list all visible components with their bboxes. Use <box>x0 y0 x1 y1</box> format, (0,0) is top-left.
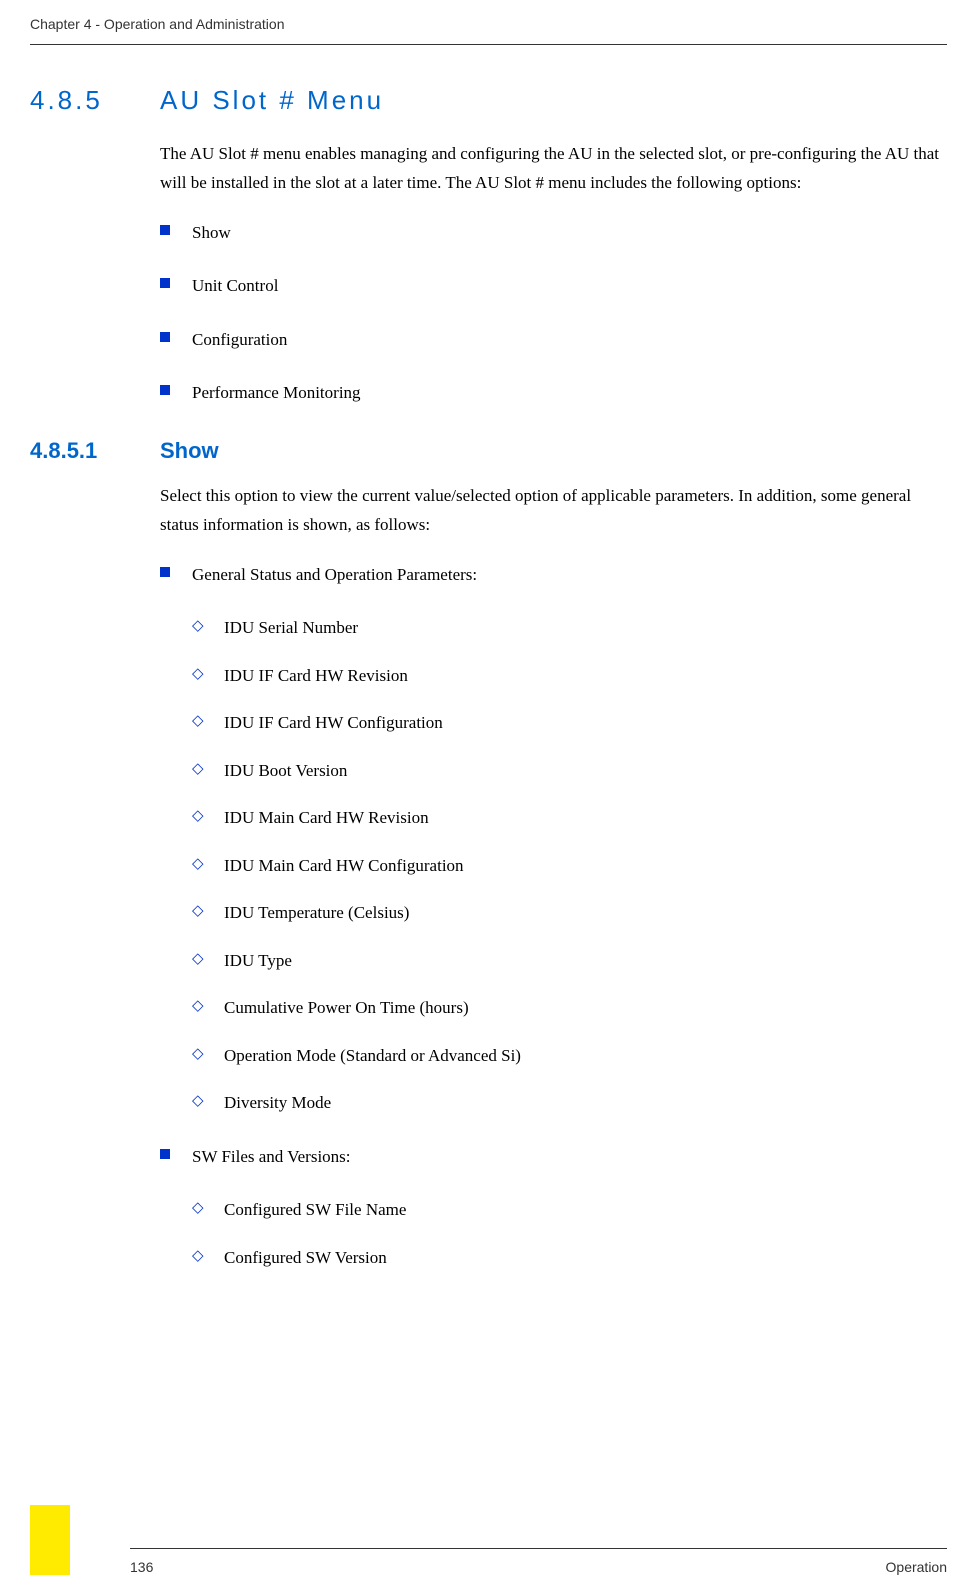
list-item: Configured SW File Name <box>192 1197 947 1223</box>
list-item: Cumulative Power On Time (hours) <box>192 995 947 1021</box>
list-item: IDU Serial Number <box>192 615 947 641</box>
list-item: Show <box>160 220 947 246</box>
list-item: IDU Main Card HW Revision <box>192 805 947 831</box>
section-number: 4.8.5 <box>30 85 160 116</box>
subsection-number: 4.8.5.1 <box>30 438 160 464</box>
page-header: Chapter 4 - Operation and Administration <box>0 0 977 40</box>
list-item: Diversity Mode <box>192 1090 947 1116</box>
chapter-label: Chapter 4 - Operation and Administration <box>30 16 284 32</box>
page-content: 4.8.5 AU Slot # Menu The AU Slot # menu … <box>0 45 977 1270</box>
sub-list: IDU Serial Number IDU IF Card HW Revisio… <box>192 615 947 1116</box>
group-label: SW Files and Versions: <box>192 1147 351 1166</box>
section-heading: 4.8.5 AU Slot # Menu <box>30 85 947 116</box>
list-item: SW Files and Versions: Configured SW Fil… <box>160 1144 947 1271</box>
list-item: Operation Mode (Standard or Advanced Si) <box>192 1043 947 1069</box>
footer-content: 136 Operation <box>0 1549 977 1575</box>
section-title: AU Slot # Menu <box>160 85 384 116</box>
subsection-heading: 4.8.5.1 Show <box>30 438 947 464</box>
footer-tab-decoration <box>30 1505 70 1575</box>
list-item: Configured SW Version <box>192 1245 947 1271</box>
list-item: IDU Temperature (Celsius) <box>192 900 947 926</box>
list-item: IDU IF Card HW Configuration <box>192 710 947 736</box>
sub-list: Configured SW File Name Configured SW Ve… <box>192 1197 947 1270</box>
section-intro: The AU Slot # menu enables managing and … <box>160 140 947 198</box>
list-item: Performance Monitoring <box>160 380 947 406</box>
subsection-title: Show <box>160 438 219 464</box>
footer-section-label: Operation <box>886 1559 947 1575</box>
groups-list: General Status and Operation Parameters:… <box>160 562 947 1271</box>
options-list: Show Unit Control Configuration Performa… <box>160 220 947 406</box>
page-number: 136 <box>130 1559 153 1575</box>
list-item: General Status and Operation Parameters:… <box>160 562 947 1116</box>
page-footer: 136 Operation <box>0 1548 977 1575</box>
list-item: Configuration <box>160 327 947 353</box>
list-item: Unit Control <box>160 273 947 299</box>
group-label: General Status and Operation Parameters: <box>192 565 477 584</box>
list-item: IDU Boot Version <box>192 758 947 784</box>
list-item: IDU Type <box>192 948 947 974</box>
subsection-intro: Select this option to view the current v… <box>160 482 947 540</box>
list-item: IDU Main Card HW Configuration <box>192 853 947 879</box>
list-item: IDU IF Card HW Revision <box>192 663 947 689</box>
